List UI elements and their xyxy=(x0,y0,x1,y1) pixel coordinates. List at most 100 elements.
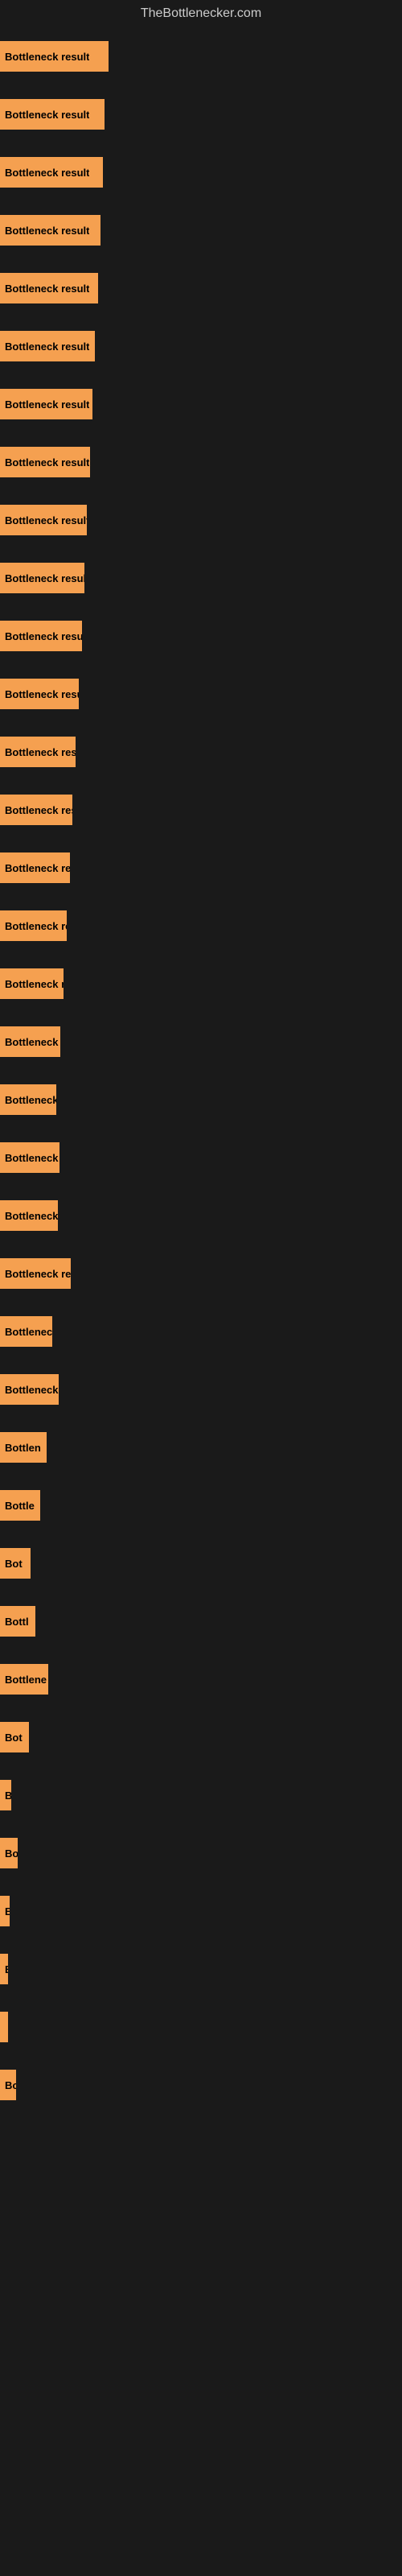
bar-label: Bottleneck resu xyxy=(5,1036,60,1048)
bottleneck-bar: Bottleneck result xyxy=(0,563,84,593)
bar-row: Bottlen xyxy=(0,1418,402,1476)
bar-label: B xyxy=(5,1963,8,1975)
bottleneck-bar: Bottleneck result xyxy=(0,852,70,883)
bar-label: Bottleneck r xyxy=(5,1094,56,1106)
bottleneck-bar: Bottleneck result xyxy=(0,621,82,651)
bar-row: Bottleneck result xyxy=(0,259,402,317)
bar-row: Bottleneck result xyxy=(0,27,402,85)
bar-row: Bottleneck result xyxy=(0,375,402,433)
bar-label: Bottleneck result xyxy=(5,978,64,990)
bottleneck-bar: B xyxy=(0,1896,10,1926)
bar-row: Bottleneck r xyxy=(0,1071,402,1129)
bar-label: Bottlen xyxy=(5,1442,41,1454)
bar-label: Bottleneck result xyxy=(5,283,89,295)
bar-row: Bo xyxy=(0,2056,402,2114)
bar-label: Bottleneck result xyxy=(5,514,87,526)
bar-label: Bottleneck result xyxy=(5,167,89,179)
bar-row: Bot xyxy=(0,1708,402,1766)
bar-label: Bottleneck result xyxy=(5,225,89,237)
bar-row: Bottleneck result xyxy=(0,1245,402,1302)
bottleneck-bar: Bottleneck result xyxy=(0,1258,71,1289)
bottleneck-bar: Bottleneck result xyxy=(0,968,64,999)
bar-row: Bo xyxy=(0,1824,402,1882)
bar-row: Bottleneck result xyxy=(0,781,402,839)
bar-row: Bottleneck result xyxy=(0,549,402,607)
bar-row: Bottleneck resu xyxy=(0,1360,402,1418)
bar-label: Bo xyxy=(5,1847,18,1860)
bottleneck-bar: B xyxy=(0,1954,8,1984)
bar-row: Bot xyxy=(0,1534,402,1592)
bottleneck-bar: Bottleneck result xyxy=(0,737,76,767)
bar-label: Bottleneck xyxy=(5,1326,52,1338)
bar-row: Bottleneck result xyxy=(0,607,402,665)
bar-row: Bottleneck result xyxy=(0,433,402,491)
bar-label: Bottleneck result xyxy=(5,688,79,700)
bar-row: Bottleneck xyxy=(0,1302,402,1360)
bar-label: Bottleneck result xyxy=(5,804,72,816)
bar-label: Bot xyxy=(5,1732,23,1744)
bar-label: Bottleneck result xyxy=(5,746,76,758)
bottleneck-bar: Bo xyxy=(0,1838,18,1868)
bar-row: Bottleneck re xyxy=(0,1187,402,1245)
bar-label: Bottleneck result xyxy=(5,862,70,874)
bar-label: Bottleneck result xyxy=(5,456,89,469)
bar-row: B xyxy=(0,1940,402,1998)
bar-label: Bottleneck result xyxy=(5,398,89,411)
bar-label: Bottleneck resu xyxy=(5,1384,59,1396)
bar-label: Bottl xyxy=(5,1616,29,1628)
bar-label: Bot xyxy=(5,1558,23,1570)
bar-row: Bottleneck result xyxy=(0,955,402,1013)
bar-row: Bottleneck result xyxy=(0,665,402,723)
bar-label: B xyxy=(5,1790,11,1802)
bottleneck-bar: Bottleneck re xyxy=(0,1200,58,1231)
site-title: TheBottlenecker.com xyxy=(0,0,402,27)
bar-row: Bottleneck result xyxy=(0,491,402,549)
bar-label: Bottleneck re xyxy=(5,1210,58,1222)
bottleneck-bar: B xyxy=(0,1780,11,1810)
bottleneck-bar: Bottleneck xyxy=(0,1316,52,1347)
bar-label: Bottleneck result xyxy=(5,920,67,932)
bar-row: Bottle xyxy=(0,1476,402,1534)
bar-row: Bottleneck result xyxy=(0,85,402,143)
bar-label: Bottlene xyxy=(5,1674,47,1686)
bottleneck-bar: Bottlen xyxy=(0,1432,47,1463)
bottleneck-bar: Bot xyxy=(0,1548,31,1579)
bottleneck-bar: Bottleneck result xyxy=(0,795,72,825)
bottleneck-bar: Bottleneck resu xyxy=(0,1026,60,1057)
bar-row: Bottleneck result xyxy=(0,317,402,375)
bottleneck-bar: Bottle xyxy=(0,1490,40,1521)
bottleneck-bar: Bottleneck r xyxy=(0,1084,56,1115)
bar-row: Bottleneck result xyxy=(0,897,402,955)
bar-label: Bottleneck result xyxy=(5,109,89,121)
bar-row: Bottleneck resu xyxy=(0,1129,402,1187)
bar-row: Bottlene xyxy=(0,1650,402,1708)
bottleneck-bar: Bot xyxy=(0,1722,29,1752)
bottleneck-bar: Bottleneck result xyxy=(0,910,67,941)
bottleneck-bar: Bottleneck resu xyxy=(0,1142,59,1173)
bar-label: Bottle xyxy=(5,1500,35,1512)
bottleneck-bar: Bottleneck result xyxy=(0,679,79,709)
bottleneck-bar: Bottlene xyxy=(0,1664,48,1695)
bottleneck-bar: Bottleneck result xyxy=(0,447,90,477)
bottleneck-bar: Bottleneck result xyxy=(0,41,109,72)
bar-row: Bottleneck result xyxy=(0,723,402,781)
bar-row: Bottl xyxy=(0,1592,402,1650)
bar-row: B xyxy=(0,1882,402,1940)
bar-label: Bottleneck result xyxy=(5,630,82,642)
bottleneck-bar: Bottleneck result xyxy=(0,505,87,535)
bar-row: Bottleneck result xyxy=(0,201,402,259)
bar-row: B xyxy=(0,1766,402,1824)
bottleneck-bar: Bottleneck result xyxy=(0,273,98,303)
bar-row xyxy=(0,1998,402,2056)
bar-label: Bo xyxy=(5,2079,16,2091)
bar-label: Bottleneck result xyxy=(5,341,89,353)
bottleneck-bar xyxy=(0,2012,8,2042)
bottleneck-bar: Bottleneck result xyxy=(0,215,100,246)
bar-label: Bottleneck resu xyxy=(5,1152,59,1164)
bottleneck-bar: Bo xyxy=(0,2070,16,2100)
bar-row: Bottleneck result xyxy=(0,143,402,201)
bar-label: Bottleneck result xyxy=(5,51,89,63)
bottleneck-bar: Bottleneck resu xyxy=(0,1374,59,1405)
bottleneck-bar: Bottl xyxy=(0,1606,35,1637)
bar-label: Bottleneck result xyxy=(5,572,84,584)
